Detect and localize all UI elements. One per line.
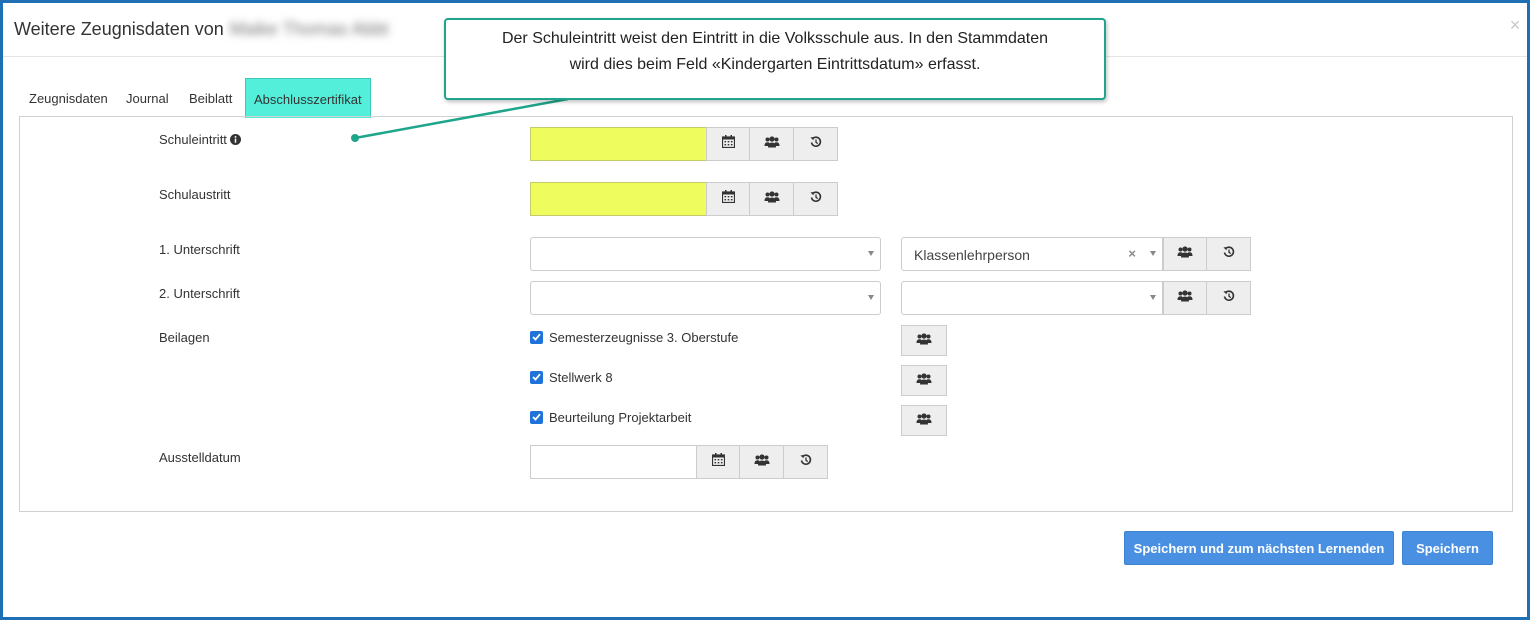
users-icon: [764, 190, 780, 208]
history-icon: [1222, 245, 1235, 263]
schulaustritt-calendar-button[interactable]: [706, 182, 750, 216]
schulaustritt-label: Schulaustritt: [159, 187, 231, 202]
tab-abschlusszertifikat[interactable]: Abschlusszertifikat: [245, 78, 371, 118]
modal-title: Weitere Zeugnisdaten von Maike Thomas Abb…: [14, 19, 389, 40]
tab-journal[interactable]: Journal: [126, 78, 169, 118]
unterschrift2-role-select[interactable]: [901, 281, 1163, 315]
calendar-icon: [721, 190, 735, 208]
beilage-projektarbeit: Beurteilung Projektarbeit: [530, 409, 691, 425]
calendar-icon: [721, 135, 735, 153]
beilage-projektarbeit-label: Beurteilung Projektarbeit: [549, 409, 692, 425]
schuleintritt-label-text: Schuleintritt: [159, 132, 227, 147]
beilage-projektarbeit-checkbox[interactable]: [530, 410, 543, 424]
beilage-semesterzeugnisse-checkbox[interactable]: [530, 330, 543, 344]
ausstelldatum-calendar-button[interactable]: [696, 445, 740, 479]
users-icon: [764, 135, 780, 153]
unterschrift2-label: 2. Unterschrift: [159, 286, 240, 301]
chevron-down-icon: [1150, 295, 1156, 300]
ausstelldatum-input-group: [530, 445, 828, 479]
schuleintritt-input[interactable]: [530, 127, 706, 161]
history-icon: [799, 453, 812, 471]
history-icon: [1222, 289, 1235, 307]
schulaustritt-group-button[interactable]: [750, 182, 794, 216]
unterschrift1-role-value: Klassenlehrperson: [914, 247, 1030, 263]
unterschrift2-reset-button[interactable]: [1207, 281, 1251, 315]
tab-zeugnisdaten[interactable]: Zeugnisdaten: [29, 78, 108, 118]
student-name: Maike Thomas Abbt: [229, 19, 389, 39]
schulaustritt-reset-button[interactable]: [794, 182, 838, 216]
unterschrift1-group-button[interactable]: [1163, 237, 1207, 271]
schuleintritt-group-button[interactable]: [750, 127, 794, 161]
beilage-stellwerk-checkbox[interactable]: [530, 370, 543, 384]
unterschrift1-role-select[interactable]: Klassenlehrperson ×: [901, 237, 1163, 271]
history-icon: [809, 190, 822, 208]
beilage-stellwerk-group-button[interactable]: [901, 365, 947, 396]
users-icon: [916, 372, 932, 390]
ausstelldatum-reset-button[interactable]: [784, 445, 828, 479]
unterschrift2-group-button[interactable]: [1163, 281, 1207, 315]
history-icon: [809, 135, 822, 153]
save-button[interactable]: Speichern: [1402, 531, 1493, 565]
users-icon: [1177, 245, 1193, 263]
chevron-down-icon: [868, 295, 874, 300]
save-and-next-button[interactable]: Speichern und zum nächsten Lernenden: [1124, 531, 1394, 565]
tab-beiblatt[interactable]: Beiblatt: [189, 78, 232, 118]
unterschrift1-person-select[interactable]: [530, 237, 881, 271]
users-icon: [916, 412, 932, 430]
users-icon: [916, 332, 932, 350]
beilage-semesterzeugnisse-label: Semesterzeugnisse 3. Oberstufe: [549, 329, 739, 345]
schuleintritt-reset-button[interactable]: [794, 127, 838, 161]
beilage-semesterzeugnisse-group-button[interactable]: [901, 325, 947, 356]
schuleintritt-input-group: [530, 127, 838, 161]
ausstelldatum-group-button[interactable]: [740, 445, 784, 479]
modal-window: Weitere Zeugnisdaten von Maike Thomas Abb…: [0, 0, 1530, 620]
beilage-stellwerk-label: Stellwerk 8: [549, 369, 613, 385]
callout-line-1: Der Schuleintritt weist den Eintritt in …: [501, 30, 1049, 47]
beilage-projektarbeit-group-button[interactable]: [901, 405, 947, 436]
schuleintritt-calendar-button[interactable]: [706, 127, 750, 161]
close-button[interactable]: ×: [1507, 15, 1523, 36]
users-icon: [754, 453, 770, 471]
unterschrift1-label: 1. Unterschrift: [159, 242, 240, 257]
clear-icon[interactable]: ×: [1128, 246, 1136, 261]
info-circle-icon[interactable]: [229, 133, 241, 148]
annotation-callout: Der Schuleintritt weist den Eintritt in …: [444, 18, 1106, 100]
form-panel: Schuleintritt Schulaustritt 1. Unterschr…: [19, 116, 1513, 512]
callout-line-2: wird dies beim Feld «Kindergarten Eintri…: [569, 56, 981, 73]
beilage-semesterzeugnisse: Semesterzeugnisse 3. Oberstufe: [530, 329, 738, 345]
users-icon: [1177, 289, 1193, 307]
calendar-icon: [711, 453, 725, 471]
schuleintritt-label: Schuleintritt: [159, 132, 241, 148]
chevron-down-icon: [868, 251, 874, 256]
unterschrift1-buttons: [1163, 237, 1251, 271]
unterschrift2-buttons: [1163, 281, 1251, 315]
schulaustritt-input[interactable]: [530, 182, 706, 216]
unterschrift2-person-select[interactable]: [530, 281, 881, 315]
unterschrift1-reset-button[interactable]: [1207, 237, 1251, 271]
chevron-down-icon: [1150, 251, 1156, 256]
beilage-stellwerk: Stellwerk 8: [530, 369, 613, 385]
ausstelldatum-input[interactable]: [530, 445, 696, 479]
beilagen-label: Beilagen: [159, 330, 210, 345]
modal-title-prefix: Weitere Zeugnisdaten von: [14, 19, 224, 39]
ausstelldatum-label: Ausstelldatum: [159, 450, 241, 465]
schulaustritt-input-group: [530, 182, 838, 216]
